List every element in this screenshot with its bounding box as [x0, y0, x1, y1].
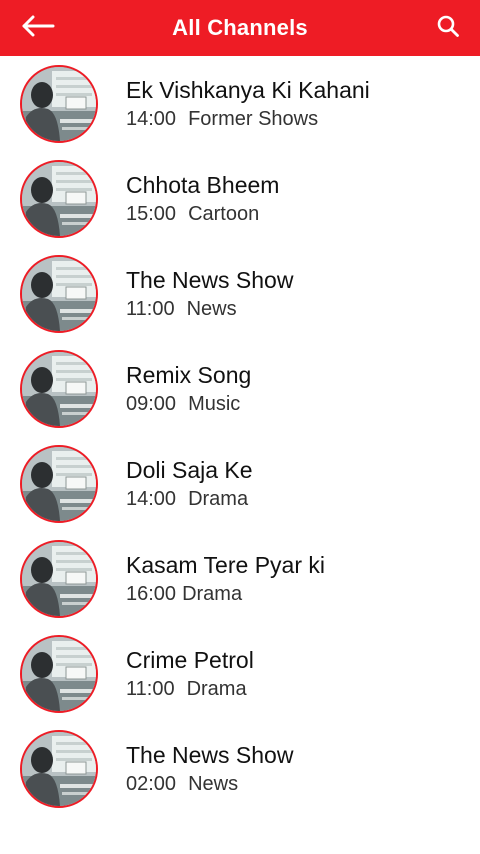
channel-name: Ek Vishkanya Ki Kahani [126, 76, 370, 103]
channel-category: Cartoon [188, 202, 260, 225]
channel-time: 02:00 [126, 772, 177, 795]
channel-meta: 09:00 Music [126, 390, 251, 418]
channel-category: Music [188, 392, 241, 415]
back-button[interactable] [18, 12, 58, 44]
channel-time: 11:00 [126, 677, 175, 700]
channel-meta: 02:00 News [126, 770, 293, 798]
channel-meta: 15:00 Cartoon [126, 200, 279, 228]
channel-time: 16:00 [126, 582, 177, 605]
arrow-left-icon [21, 15, 55, 42]
channel-thumbnail [20, 539, 98, 618]
channel-category: Drama [186, 677, 247, 700]
channel-thumbnail [20, 349, 98, 428]
channel-name: Remix Song [126, 361, 252, 388]
channel-time: 11:00 [126, 297, 175, 320]
channel-time: 09:00 [126, 392, 177, 415]
channel-name: The News Show [126, 741, 294, 768]
page-title: All Channels [172, 15, 308, 40]
channel-thumbnail [20, 64, 98, 143]
channel-thumbnail [20, 254, 98, 333]
channel-thumbnail [20, 444, 98, 523]
channel-meta: 16:00 Drama [126, 580, 325, 608]
channel-name: Doli Saja Ke [126, 456, 253, 483]
channel-list-item[interactable]: Crime Petrol 11:00 Drama [0, 626, 480, 721]
channel-meta: 11:00 Drama [126, 675, 254, 703]
search-button[interactable] [432, 12, 464, 44]
channel-time: 14:00 [126, 107, 177, 130]
channel-time: 15:00 [126, 202, 177, 225]
channel-list-item[interactable]: The News Show 11:00 News [0, 246, 480, 341]
channel-name: Kasam Tere Pyar ki [126, 551, 325, 578]
channel-list: Ek Vishkanya Ki Kahani 14:00 Former Shows… [0, 56, 480, 816]
channel-category: News [186, 297, 237, 320]
app-header: All Channels [0, 0, 480, 56]
channel-list-item[interactable]: Chhota Bheem 15:00 Cartoon [0, 151, 480, 246]
channel-category: Drama [182, 582, 243, 605]
channel-category: Former Shows [188, 107, 319, 130]
channel-name: Chhota Bheem [126, 171, 280, 198]
channel-meta: 14:00 Drama [126, 485, 253, 513]
channel-meta: 14:00 Former Shows [126, 105, 370, 133]
channel-list-item[interactable]: The News Show 02:00 News [0, 721, 480, 816]
channel-list-item[interactable]: Ek Vishkanya Ki Kahani 14:00 Former Shows [0, 56, 480, 151]
channel-thumbnail [20, 634, 98, 713]
channel-name: Crime Petrol [126, 646, 254, 673]
channel-name: The News Show [126, 266, 294, 293]
channel-list-item[interactable]: Doli Saja Ke 14:00 Drama [0, 436, 480, 531]
channel-thumbnail [20, 729, 98, 808]
channel-list-item[interactable]: Kasam Tere Pyar ki 16:00 Drama [0, 531, 480, 626]
search-icon [436, 14, 460, 43]
channel-category: News [188, 772, 239, 795]
channel-category: Drama [188, 487, 249, 510]
channel-meta: 11:00 News [126, 295, 293, 323]
channel-list-item[interactable]: Remix Song 09:00 Music [0, 341, 480, 436]
channel-time: 14:00 [126, 487, 177, 510]
channel-thumbnail [20, 159, 98, 238]
